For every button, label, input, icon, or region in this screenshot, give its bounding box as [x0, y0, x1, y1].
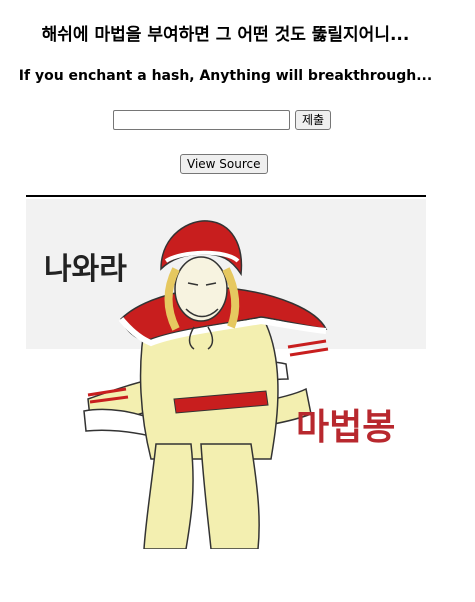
page-title: 해쉬에 마법을 부여하면 그 어떤 것도 뚫릴지어니...: [41, 25, 410, 45]
page-subtitle: If you enchant a hash, Anything will bre…: [18, 68, 433, 84]
meme-bottom-text: 마법봉: [296, 407, 395, 448]
meme-top-text: 나와라: [44, 252, 127, 287]
hash-input[interactable]: [113, 110, 290, 130]
hash-form: 제출: [113, 109, 332, 131]
meme-image: 나와라 마법봉: [26, 199, 426, 549]
divider: [26, 195, 426, 197]
view-source-button[interactable]: View Source: [180, 154, 268, 174]
submit-button[interactable]: 제출: [295, 110, 332, 130]
